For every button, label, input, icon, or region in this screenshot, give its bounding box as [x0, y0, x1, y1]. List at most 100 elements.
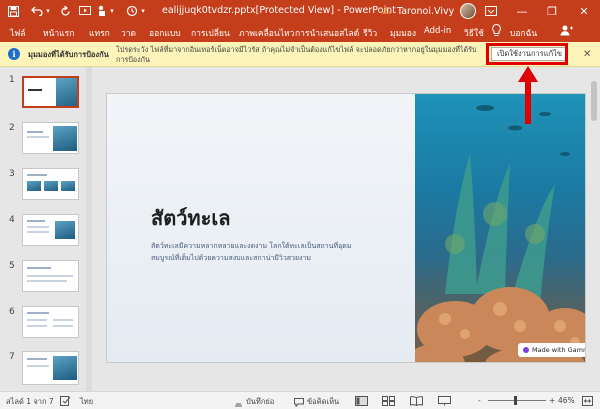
- scrollbar-thumb[interactable]: [591, 81, 597, 121]
- undo-dropdown-icon[interactable]: ▾: [44, 3, 52, 19]
- thumb-line: [27, 226, 49, 228]
- reading-view-icon[interactable]: [410, 396, 423, 406]
- autosave-icon[interactable]: [125, 3, 139, 19]
- thumb-line: [27, 275, 73, 277]
- thumb-image: [61, 181, 75, 191]
- info-icon: i: [8, 48, 20, 60]
- share-icon[interactable]: [560, 25, 574, 39]
- slide-thumbnail-2[interactable]: [22, 122, 79, 154]
- protected-view-message: โปรดระวัง ไฟล์ที่มาจากอินเทอร์เน็ตอาจมีไ…: [116, 45, 477, 64]
- slide-thumbnail-4[interactable]: [22, 214, 79, 246]
- tab-design[interactable]: ออกแบบ: [149, 26, 181, 40]
- minimize-button[interactable]: —: [508, 0, 536, 22]
- thumb-line: [27, 319, 47, 321]
- thumb-image: [55, 221, 75, 239]
- redo-icon[interactable]: [58, 3, 72, 19]
- thumb-image: [53, 356, 77, 380]
- slide-thumbnail-3[interactable]: [22, 168, 79, 200]
- thumb-line: [27, 365, 49, 367]
- tab-addins[interactable]: Add-in: [424, 26, 451, 36]
- thumbnail-number: 1: [9, 75, 15, 85]
- thumb-line: [27, 312, 49, 314]
- warning-triangle-icon: ⚠: [382, 5, 391, 17]
- slide-sorter-icon[interactable]: [382, 396, 395, 406]
- tab-draw[interactable]: วาด: [121, 26, 136, 40]
- slideshow-icon[interactable]: [438, 396, 451, 406]
- tab-transitions[interactable]: การเปลี่ยน: [191, 26, 230, 40]
- maximize-button[interactable]: ❐: [538, 0, 566, 22]
- slide-thumbnail-1[interactable]: [22, 76, 79, 108]
- close-warning-icon[interactable]: ✕: [583, 49, 591, 60]
- fit-to-window-icon[interactable]: [582, 396, 593, 406]
- slide-thumbnail-5[interactable]: [22, 260, 79, 292]
- zoom-slider-knob[interactable]: [514, 396, 517, 405]
- slide-scrollbar[interactable]: [588, 67, 600, 391]
- window-title: ealijjuqk0tvdzr.pptx[Protected View] - P…: [162, 5, 396, 16]
- zoom-in-button[interactable]: +: [549, 396, 555, 405]
- tab-review[interactable]: รีวิว: [363, 26, 377, 40]
- tab-home[interactable]: หน้าแรก: [43, 26, 74, 40]
- lightbulb-icon[interactable]: [492, 23, 501, 40]
- tab-file[interactable]: ไฟล์: [10, 26, 26, 40]
- powerpoint-window: ▾ ▾ ▾ ealijjuqk0tvdzr.pptx[Protected Vie…: [0, 0, 600, 409]
- notes-button[interactable]: บันทึกย่อ: [234, 396, 274, 408]
- ribbon-display-options-icon[interactable]: [484, 3, 498, 19]
- made-with-gamma-badge[interactable]: Made with Gamma: [518, 343, 585, 357]
- status-bar: สไลด์ 1 จาก 7 ไทย บันทึกย่อ ข้อคิดเห็น -…: [0, 391, 600, 409]
- ribbon-tabs: ไฟล์ หน้าแรก แทรก วาด ออกแบบ การเปลี่ยน …: [0, 22, 600, 42]
- current-slide[interactable]: สัตว์ทะเล สัตว์ทะเลมีความหลากหลายและงดงา…: [106, 93, 586, 363]
- account-area[interactable]: ⚠ Taronoi.Vivy: [382, 3, 477, 19]
- close-button[interactable]: ✕: [570, 0, 598, 22]
- tell-me-box[interactable]: บอกฉัน: [510, 26, 537, 40]
- zoom-slider[interactable]: [488, 400, 546, 401]
- slide-counter: สไลด์ 1 จาก 7: [6, 397, 54, 406]
- thumb-image: [27, 181, 41, 191]
- touch-mode-icon[interactable]: [96, 3, 108, 19]
- thumb-image: [53, 126, 77, 151]
- thumb-title: [28, 89, 42, 91]
- comments-button[interactable]: ข้อคิดเห็น: [294, 396, 339, 408]
- thumb-line: [27, 267, 51, 269]
- title-bar: ▾ ▾ ▾ ealijjuqk0tvdzr.pptx[Protected Vie…: [0, 0, 600, 22]
- comments-label: ข้อคิดเห็น: [307, 397, 340, 406]
- slide-thumbnails-pane: 1 2 3 4 5 6 7: [0, 67, 86, 391]
- thumb-image: [44, 181, 58, 191]
- normal-view-icon[interactable]: [355, 396, 368, 406]
- slide-body-text: สัตว์ทะเลมีความหลากหลายและงดงาม โลกใต้ทะ…: [151, 242, 352, 262]
- tab-view[interactable]: มุมมอง: [390, 26, 416, 40]
- thumb-line: [27, 174, 47, 176]
- thumb-line: [27, 325, 47, 327]
- avatar[interactable]: [460, 3, 477, 19]
- annotation-arrow: [518, 66, 538, 124]
- slide-editor: สัตว์ทะเล สัตว์ทะเลมีความหลากหลายและงดงา…: [92, 67, 588, 391]
- save-icon[interactable]: [6, 3, 20, 19]
- tab-slideshow[interactable]: การนำเสนอสไลด์: [295, 26, 359, 40]
- gamma-logo-icon: [523, 347, 529, 353]
- protected-view-title: มุมมองที่ได้รับการป้องกัน: [28, 50, 109, 59]
- more-commands-icon[interactable]: ▾: [139, 3, 147, 19]
- thumbnail-number: 4: [9, 215, 15, 225]
- notes-label: บันทึกย่อ: [246, 397, 275, 406]
- undo-icon[interactable]: [30, 3, 44, 19]
- thumb-line: [53, 325, 73, 327]
- user-name: Taronoi.Vivy: [396, 5, 455, 17]
- tab-help[interactable]: วิธีใช้: [464, 26, 484, 40]
- from-beginning-icon[interactable]: [78, 3, 92, 19]
- thumb-line: [27, 231, 49, 233]
- tab-animations[interactable]: ภาพเคลื่อนไหว: [239, 26, 294, 40]
- slide-thumbnail-7[interactable]: [22, 351, 79, 385]
- tab-insert[interactable]: แทรก: [89, 26, 110, 40]
- thumbnail-number: 5: [9, 261, 15, 271]
- gamma-badge-label: Made with Gamma: [532, 346, 585, 354]
- zoom-level[interactable]: 46%: [558, 396, 575, 405]
- thumbnail-number: 2: [9, 123, 15, 133]
- thumbnail-number: 7: [9, 352, 15, 362]
- annotation-highlight-box: [486, 43, 568, 65]
- zoom-out-button[interactable]: -: [478, 396, 481, 405]
- spelling-icon[interactable]: [60, 396, 71, 406]
- customize-toolbar-icon[interactable]: ▾: [108, 3, 116, 19]
- thumb-line: [27, 280, 67, 282]
- language-indicator[interactable]: ไทย: [80, 396, 93, 408]
- slide-thumbnail-6[interactable]: [22, 306, 79, 338]
- thumb-image: [56, 78, 77, 106]
